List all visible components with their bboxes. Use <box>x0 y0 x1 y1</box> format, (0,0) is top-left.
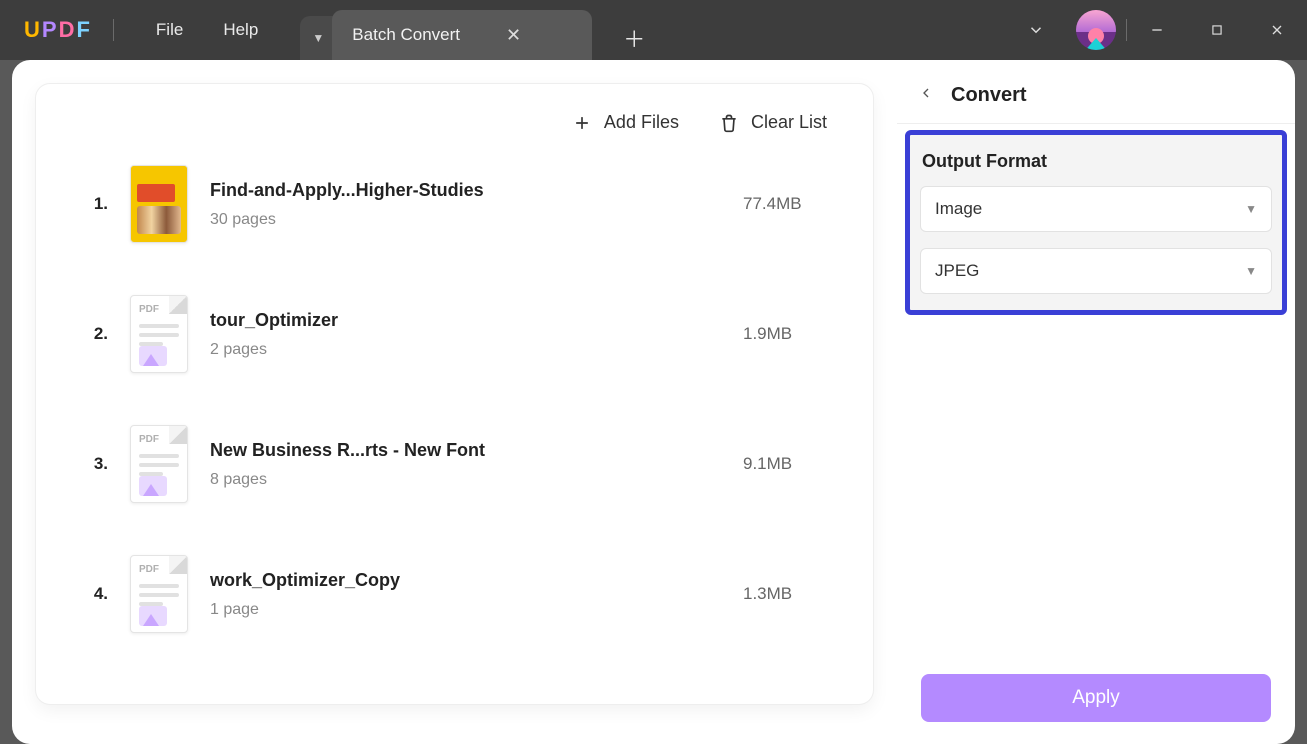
file-thumbnail: PDF <box>130 295 188 373</box>
titlebar: UPDF File Help ▼ Batch Convert ✕ ＋ <box>0 0 1307 60</box>
select-value: JPEG <box>935 261 979 281</box>
file-pages: 30 pages <box>210 211 484 229</box>
file-row[interactable]: 3. PDF New Business R...rts - New Font 8… <box>84 425 833 503</box>
tab-strip: ▼ Batch Convert ✕ ＋ <box>300 0 656 60</box>
file-name: Find-and-Apply...Higher-Studies <box>210 180 484 201</box>
avatar-icon <box>1076 10 1116 50</box>
file-name: work_Optimizer_Copy <box>210 570 400 591</box>
panel-header: Convert <box>897 60 1295 124</box>
divider <box>113 19 114 41</box>
file-size: 1.9MB <box>743 324 833 344</box>
file-row[interactable]: 4. PDF work_Optimizer_Copy 1 page 1.3MB <box>84 555 833 633</box>
file-thumbnail <box>130 165 188 243</box>
file-size: 1.3MB <box>743 584 833 604</box>
file-row[interactable]: 1. Find-and-Apply...Higher-Studies 30 pa… <box>84 165 833 243</box>
caret-down-icon: ▼ <box>312 31 324 45</box>
new-tab-button[interactable]: ＋ <box>612 16 656 60</box>
apply-button[interactable]: Apply <box>921 674 1271 722</box>
file-list-panel: Add Files Clear List 1. Find-and-Apply..… <box>12 60 897 744</box>
add-files-label: Add Files <box>604 112 679 133</box>
dropdown-button[interactable] <box>1006 0 1066 60</box>
back-button[interactable] <box>915 85 937 106</box>
close-window-button[interactable] <box>1247 0 1307 60</box>
file-pages: 8 pages <box>210 471 485 489</box>
workspace: Add Files Clear List 1. Find-and-Apply..… <box>0 60 1307 744</box>
panel-title: Convert <box>951 84 1027 107</box>
menu-file[interactable]: File <box>136 20 203 40</box>
caret-down-icon: ▼ <box>1245 202 1257 216</box>
minimize-button[interactable] <box>1127 0 1187 60</box>
file-list: 1. Find-and-Apply...Higher-Studies 30 pa… <box>76 153 833 633</box>
file-size: 9.1MB <box>743 454 833 474</box>
caret-down-icon: ▼ <box>1245 264 1257 278</box>
close-icon <box>1269 22 1285 38</box>
plus-icon <box>572 113 592 133</box>
chevron-down-icon <box>1027 21 1045 39</box>
format-type-select[interactable]: Image ▼ <box>920 186 1272 232</box>
menu-help[interactable]: Help <box>203 20 278 40</box>
row-number: 4. <box>84 584 108 604</box>
app-logo: UPDF <box>24 17 91 43</box>
row-number: 2. <box>84 324 108 344</box>
maximize-button[interactable] <box>1187 0 1247 60</box>
file-name: tour_Optimizer <box>210 310 338 331</box>
file-thumbnail: PDF <box>130 425 188 503</box>
file-card: Add Files Clear List 1. Find-and-Apply..… <box>36 84 873 704</box>
select-value: Image <box>935 199 982 219</box>
format-ext-select[interactable]: JPEG ▼ <box>920 248 1272 294</box>
row-number: 3. <box>84 454 108 474</box>
file-row[interactable]: 2. PDF tour_Optimizer 2 pages 1.9MB <box>84 295 833 373</box>
tab-title: Batch Convert <box>352 25 460 45</box>
tab-list-dropdown[interactable]: ▼ <box>300 16 336 60</box>
output-format-label: Output Format <box>922 151 1270 172</box>
user-avatar[interactable] <box>1066 0 1126 60</box>
file-pages: 2 pages <box>210 341 338 359</box>
clear-list-label: Clear List <box>751 112 827 133</box>
convert-panel: Convert Output Format Image ▼ JPEG ▼ App… <box>897 60 1295 744</box>
row-number: 1. <box>84 194 108 214</box>
clear-list-button[interactable]: Clear List <box>719 112 827 133</box>
chevron-left-icon <box>918 85 934 101</box>
file-name: New Business R...rts - New Font <box>210 440 485 461</box>
output-format-section: Output Format Image ▼ JPEG ▼ <box>905 130 1287 315</box>
tab-batch-convert[interactable]: Batch Convert ✕ <box>332 10 592 60</box>
file-toolbar: Add Files Clear List <box>76 98 833 153</box>
file-size: 77.4MB <box>743 194 833 214</box>
add-files-button[interactable]: Add Files <box>572 112 679 133</box>
minimize-icon <box>1149 22 1165 38</box>
window-controls <box>1006 0 1307 60</box>
maximize-icon <box>1210 23 1224 37</box>
file-thumbnail: PDF <box>130 555 188 633</box>
file-pages: 1 page <box>210 601 400 619</box>
close-icon[interactable]: ✕ <box>506 25 521 46</box>
trash-icon <box>719 113 739 133</box>
